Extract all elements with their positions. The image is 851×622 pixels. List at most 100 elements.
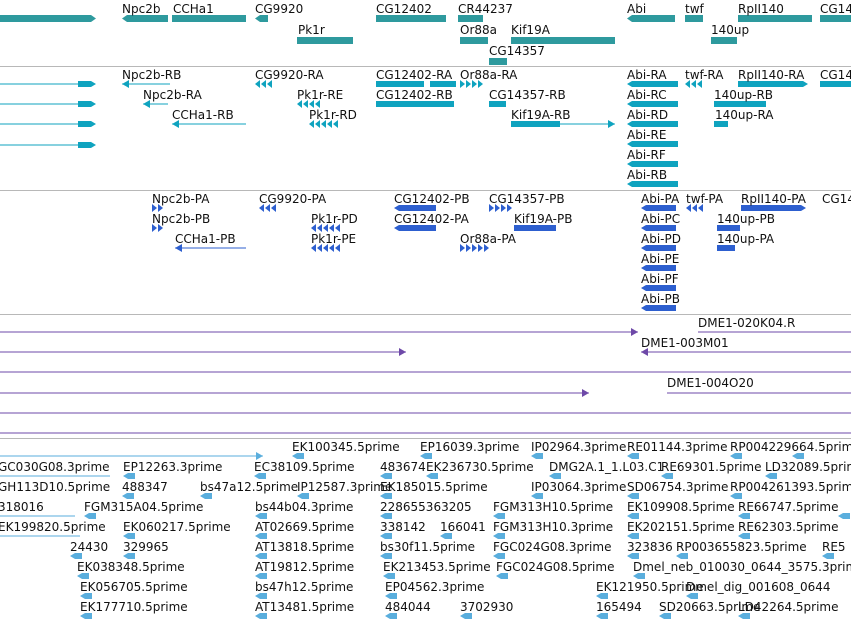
est-feature-label[interactable]: 166041 bbox=[440, 520, 486, 534]
protein-feature-label[interactable]: Pk1r-PE bbox=[311, 232, 356, 246]
est-feature-label[interactable]: GH113D10.5prime bbox=[0, 480, 110, 494]
est-feature-label[interactable]: IP03064.3prime bbox=[531, 480, 626, 494]
gene-feature-label[interactable]: CR44237 bbox=[458, 2, 513, 16]
protein-feature-label[interactable]: Abi-PA bbox=[641, 192, 679, 206]
gene-feature-label[interactable]: RpII140 bbox=[738, 2, 784, 16]
est-feature-label[interactable]: Dmel_neb_010030_0644_3575.3prime bbox=[633, 560, 851, 574]
est-feature-label[interactable]: GC030G08.3prime bbox=[0, 460, 110, 474]
est-feature-label[interactable]: EP04562.3prime bbox=[385, 580, 484, 594]
transcript-feature-label[interactable]: CG14 bbox=[820, 68, 851, 82]
est-feature-label[interactable]: Dmel_dig_001608_0644 bbox=[686, 580, 831, 594]
protein-feature-label[interactable]: Or88a-PA bbox=[460, 232, 516, 246]
est-feature-label[interactable]: EP12263.3prime bbox=[123, 460, 222, 474]
gene-feature-label[interactable]: CCHa1 bbox=[173, 2, 214, 16]
est-feature-label[interactable]: RE01144.3prime bbox=[627, 440, 728, 454]
gene-feature-label[interactable]: Pk1r bbox=[298, 23, 325, 37]
est-feature-label[interactable]: EK060217.5prime bbox=[123, 520, 231, 534]
est-feature-label[interactable]: 338142 bbox=[380, 520, 426, 534]
protein-feature-label[interactable]: CG12402-PB bbox=[394, 192, 470, 206]
est-feature-label[interactable]: FGM315A04.5prime bbox=[84, 500, 203, 514]
est-feature-label[interactable]: FGM313H10.3prime bbox=[493, 520, 613, 534]
est-feature-label[interactable]: AT13481.5prime bbox=[255, 600, 354, 614]
est-feature-label[interactable]: LD42264.5prime bbox=[738, 600, 839, 614]
protein-feature-label[interactable]: Abi-PB bbox=[641, 292, 680, 306]
est-feature-label[interactable]: 484044 bbox=[385, 600, 431, 614]
est-feature-label[interactable]: 228655363205 bbox=[380, 500, 472, 514]
est-feature-label[interactable]: RP004229664.5prime bbox=[730, 440, 851, 454]
protein-feature-label[interactable]: Abi-PC bbox=[641, 212, 680, 226]
est-feature-label[interactable]: EK100345.5prime bbox=[292, 440, 400, 454]
est-feature-label[interactable]: 483674 bbox=[380, 460, 426, 474]
transcript-feature-label[interactable]: Abi-RE bbox=[627, 128, 666, 142]
est-feature-label[interactable]: DMG2A.1_1.L03.C1 bbox=[549, 460, 664, 474]
est-feature-label[interactable]: EC38109.5prime bbox=[254, 460, 355, 474]
gene-feature-label[interactable]: 140up bbox=[711, 23, 749, 37]
protein-feature-label[interactable]: Abi-PF bbox=[641, 272, 679, 286]
est-feature-label[interactable]: RP004261393.5prime bbox=[730, 480, 851, 494]
gene-feature-label[interactable]: twf bbox=[685, 2, 704, 16]
est-feature-label[interactable]: 323836 bbox=[627, 540, 673, 554]
est-feature-label[interactable]: EK056705.5prime bbox=[80, 580, 188, 594]
est-feature-label[interactable]: 329965 bbox=[123, 540, 169, 554]
protein-feature-label[interactable]: CG14357-PB bbox=[489, 192, 565, 206]
protein-feature-label[interactable]: Npc2b-PB bbox=[152, 212, 210, 226]
est-feature-label[interactable]: EK199820.5prime bbox=[0, 520, 106, 534]
transcript-feature-label[interactable]: 140up-RB bbox=[714, 88, 773, 102]
protein-feature-label[interactable]: Kif19A-PB bbox=[514, 212, 572, 226]
clone-feature-label[interactable]: DME1-004O20 bbox=[667, 376, 754, 390]
est-feature-label[interactable]: 24430 bbox=[70, 540, 108, 554]
transcript-feature-label[interactable]: RpII140-RA bbox=[738, 68, 804, 82]
est-feature-label[interactable]: EK236730.5prime bbox=[426, 460, 534, 474]
transcript-feature-label[interactable]: CG9920-RA bbox=[255, 68, 324, 82]
est-feature-label[interactable]: EK213453.5prime bbox=[383, 560, 491, 574]
est-feature-label[interactable]: IP02964.3prime bbox=[531, 440, 626, 454]
protein-feature-label[interactable]: Abi-PD bbox=[641, 232, 681, 246]
transcript-feature-label[interactable]: Npc2b-RB bbox=[122, 68, 181, 82]
est-feature-label[interactable]: EK038348.5prime bbox=[77, 560, 185, 574]
est-feature-label[interactable]: LD32089.5prime bbox=[765, 460, 851, 474]
est-feature-label[interactable]: IP12587.3prime bbox=[297, 480, 392, 494]
est-feature-label[interactable]: RE69301.5prime bbox=[661, 460, 762, 474]
est-feature-label[interactable]: SD06754.3prime bbox=[627, 480, 728, 494]
est-feature-label[interactable]: EP16039.3prime bbox=[420, 440, 519, 454]
protein-feature-label[interactable]: CG9920-PA bbox=[259, 192, 326, 206]
gene-feature-label[interactable]: Or88a bbox=[460, 23, 497, 37]
protein-feature-label[interactable]: 140up-PA bbox=[717, 232, 774, 246]
protein-feature-label[interactable]: CG14 bbox=[822, 192, 851, 206]
est-feature-label[interactable]: FGM313H10.5prime bbox=[493, 500, 613, 514]
est-feature-label[interactable]: EK109908.5prime bbox=[627, 500, 735, 514]
est-feature-label[interactable]: FGC024G08.5prime bbox=[496, 560, 614, 574]
est-feature-label[interactable]: bs47a12.5prime bbox=[200, 480, 298, 494]
est-feature-label[interactable]: 318016 bbox=[0, 500, 44, 514]
transcript-feature-label[interactable]: CCHa1-RB bbox=[172, 108, 234, 122]
est-feature-label[interactable]: EK185015.5prime bbox=[380, 480, 488, 494]
transcript-feature-label[interactable]: CG14357-RB bbox=[489, 88, 566, 102]
gene-feature-label[interactable]: CG9920 bbox=[255, 2, 303, 16]
est-feature-label[interactable]: 165494 bbox=[596, 600, 642, 614]
gene-feature-label[interactable]: Npc2b bbox=[122, 2, 160, 16]
est-feature-label[interactable]: AT19812.5prime bbox=[255, 560, 354, 574]
transcript-feature-label[interactable]: twf-RA bbox=[685, 68, 723, 82]
gene-feature-label[interactable]: CG12402 bbox=[376, 2, 432, 16]
transcript-feature-label[interactable]: Npc2b-RA bbox=[143, 88, 202, 102]
protein-feature-label[interactable]: RpII140-PA bbox=[741, 192, 806, 206]
gene-feature-label[interactable]: Kif19A bbox=[511, 23, 550, 37]
est-feature-label[interactable]: RP003655823.5prime bbox=[676, 540, 807, 554]
est-feature-label[interactable]: bs47h12.5prime bbox=[255, 580, 353, 594]
est-feature-label[interactable]: FGC024G08.3prime bbox=[493, 540, 611, 554]
est-feature-label[interactable]: EK202151.5prime bbox=[627, 520, 735, 534]
est-feature-label[interactable]: 3702930 bbox=[460, 600, 513, 614]
gene-feature-label[interactable]: CG14357 bbox=[489, 44, 545, 58]
protein-feature-label[interactable]: CCHa1-PB bbox=[175, 232, 236, 246]
gene-feature-label[interactable]: CG14 bbox=[820, 2, 851, 16]
transcript-feature-label[interactable]: Pk1r-RD bbox=[309, 108, 357, 122]
est-feature-label[interactable]: AT02669.5prime bbox=[255, 520, 354, 534]
protein-feature-label[interactable]: twf-PA bbox=[686, 192, 723, 206]
est-feature-label[interactable]: bs44b04.3prime bbox=[255, 500, 353, 514]
transcript-feature-label[interactable]: 140up-RA bbox=[715, 108, 774, 122]
transcript-feature-label[interactable]: Kif19A-RB bbox=[511, 108, 571, 122]
transcript-feature-label[interactable]: Abi-RA bbox=[627, 68, 667, 82]
protein-feature-label[interactable]: Npc2b-PA bbox=[152, 192, 209, 206]
est-feature-label[interactable]: RE5 bbox=[822, 540, 846, 554]
est-feature-label[interactable]: RE66747.5prime bbox=[738, 500, 839, 514]
